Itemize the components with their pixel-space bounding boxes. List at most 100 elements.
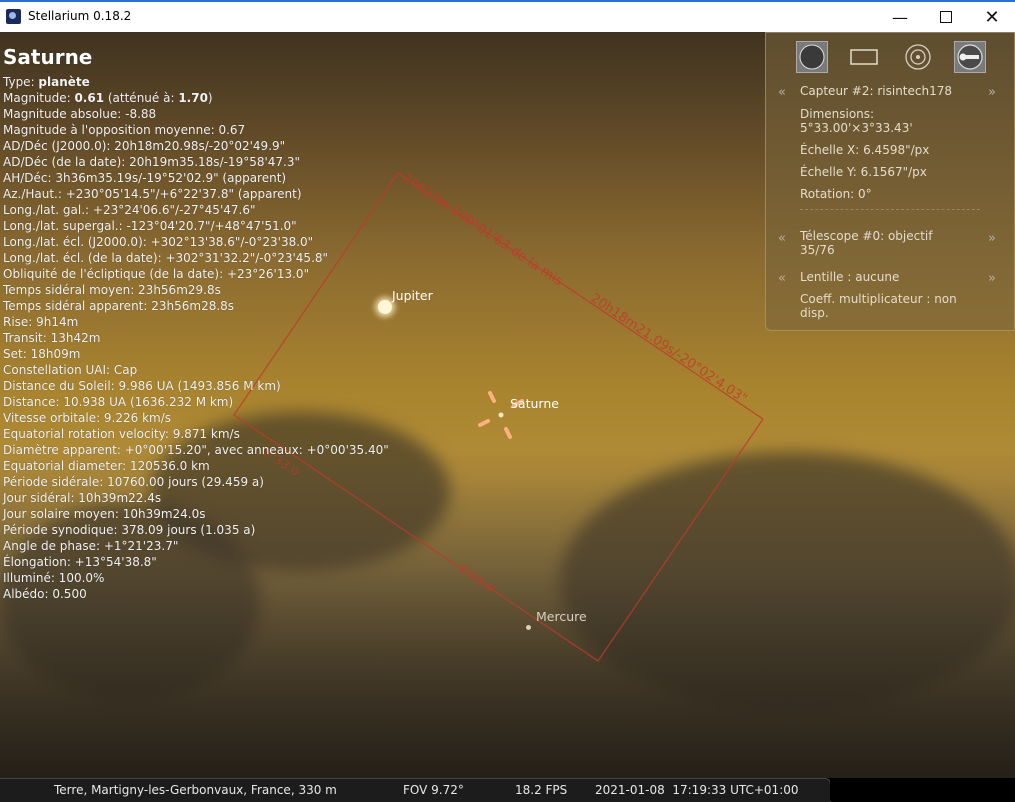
info-text: Temps sidéral apparent: 23h56m28.8s xyxy=(3,299,235,313)
telescope-name-line2: 35/76 xyxy=(800,243,835,257)
info-row: Élongation: +13°54'38.8" xyxy=(3,554,389,570)
object-info-rows: Type: planète Magnitude: 0.61 (atténué à:… xyxy=(3,74,389,602)
info-text: Magnitude: xyxy=(3,91,75,105)
oculars-panel: « Capteur #2: risintech178 » Dimensions:… xyxy=(765,32,1015,331)
info-text: Az./Haut.: +230°05'14.5"/+6°22'37.8" (ap… xyxy=(3,187,302,201)
info-text: ) xyxy=(207,91,213,105)
info-row: Set: 18h09m xyxy=(3,346,389,362)
info-row: Type: planète xyxy=(3,74,389,90)
info-value-bold: 0.61 xyxy=(74,91,105,105)
info-text: Diamètre apparent: +0°00'15.20", avec an… xyxy=(3,443,389,457)
info-text: Période sidérale: 10760.00 jours (29.459… xyxy=(3,475,264,489)
info-row: Long./lat. écl. (J2000.0): +302°13'38.6"… xyxy=(3,234,389,250)
info-row: Diamètre apparent: +0°00'15.20", avec an… xyxy=(3,442,389,458)
close-button[interactable]: ✕ xyxy=(969,2,1015,32)
telescope-name: Télescope #0: objectif xyxy=(800,229,933,243)
status-location[interactable]: Terre, Martigny-les-Gerbonvaux, France, … xyxy=(54,783,337,797)
sensor-rotation: Rotation: 0° xyxy=(800,187,872,201)
frame-label-right: 20h18m21.09s/-20°02'4.03" xyxy=(588,291,750,407)
status-datetime[interactable]: 2021-01-08 17:19:33 UTC+01:00 xyxy=(595,783,799,797)
sensor-frame-button[interactable] xyxy=(848,41,880,73)
info-text: Albédo: 0.500 xyxy=(3,587,87,601)
info-text: Set: 18h09m xyxy=(3,347,81,361)
status-fov: FOV 9.72° xyxy=(403,783,464,797)
info-value-bold: 1.70 xyxy=(178,91,208,105)
info-row: Distance: 10.938 UA (1636.232 M km) xyxy=(3,394,389,410)
settings-wrench-button[interactable] xyxy=(954,41,986,73)
mercure-marker[interactable] xyxy=(526,625,531,630)
sensor-prev-button[interactable]: « xyxy=(778,85,786,100)
telrad-button[interactable] xyxy=(902,41,934,73)
sensor-name: Capteur #2: risintech178 xyxy=(800,84,952,98)
lens-next-button[interactable]: » xyxy=(988,271,996,286)
info-row: Distance du Soleil: 9.986 UA (1493.856 M… xyxy=(3,378,389,394)
info-text: Illuminé: 100.0% xyxy=(3,571,105,585)
info-text: Élongation: +13°54'38.8" xyxy=(3,555,157,569)
maximize-button[interactable] xyxy=(923,2,969,32)
info-row: Equatorial rotation velocity: 9.871 km/s xyxy=(3,426,389,442)
info-row: Angle de phase: +1°21'23.7" xyxy=(3,538,389,554)
info-text: Equatorial diameter: 120536.0 km xyxy=(3,459,210,473)
info-text: Constellation UAI: Cap xyxy=(3,363,138,377)
info-row: Vitesse orbitale: 9.226 km/s xyxy=(3,410,389,426)
info-text: Magnitude à l'opposition moyenne: 0.67 xyxy=(3,123,246,137)
info-text: Long./lat. supergal.: -123°04'20.7"/+48°… xyxy=(3,219,297,233)
info-text: Equatorial rotation velocity: 9.871 km/s xyxy=(3,427,240,441)
info-text: Magnitude absolue: -8.88 xyxy=(3,107,157,121)
info-text: AH/Déc: 3h36m35.19s/-19°52'02.9" (appare… xyxy=(3,171,287,185)
sensor-next-button[interactable]: » xyxy=(988,85,996,100)
lens-prev-button[interactable]: « xyxy=(778,271,786,286)
telescope-prev-button[interactable]: « xyxy=(778,231,786,246)
maximize-icon xyxy=(940,11,952,23)
lens-coefficient-line2: disp. xyxy=(800,306,829,320)
info-text: Long./lat. écl. (J2000.0): +302°13'38.6"… xyxy=(3,235,314,249)
info-row: Jour solaire moyen: 10h39m24.0s xyxy=(3,506,389,522)
info-row: Magnitude à l'opposition moyenne: 0.67 xyxy=(3,122,389,138)
info-row: Jour sidéral: 10h39m22.4s xyxy=(3,490,389,506)
minimize-button[interactable]: — xyxy=(877,2,923,32)
rotation-slider[interactable] xyxy=(800,209,980,218)
info-text: (atténué à: xyxy=(104,91,179,105)
info-text: Vitesse orbitale: 9.226 km/s xyxy=(3,411,172,425)
info-text: Période synodique: 378.09 jours (1.035 a… xyxy=(3,523,256,537)
info-row: Magnitude absolue: -8.88 xyxy=(3,106,389,122)
object-name: Saturne xyxy=(3,45,93,69)
info-text: Angle de phase: +1°21'23.7" xyxy=(3,539,179,553)
info-row: Transit: 13h42m xyxy=(3,330,389,346)
sensor-scale-y: Échelle Y: 6.1567"/px xyxy=(800,165,927,179)
info-row: AH/Déc: 3h36m35.19s/-19°52'02.9" (appare… xyxy=(3,170,389,186)
window-title: Stellarium 0.18.2 xyxy=(28,9,132,23)
lens-coefficient: Coeff. multiplicateur : non xyxy=(800,292,957,306)
info-text: Temps sidéral moyen: 23h56m29.8s xyxy=(3,283,221,297)
info-row: Constellation UAI: Cap xyxy=(3,362,389,378)
ocular-view-button[interactable] xyxy=(796,41,828,73)
selection-crosshair-icon[interactable] xyxy=(470,385,530,445)
info-row: Période sidérale: 10760.00 jours (29.459… xyxy=(3,474,389,490)
telescope-next-button[interactable]: » xyxy=(988,231,996,246)
info-row: Equatorial diameter: 120536.0 km xyxy=(3,458,389,474)
frame-label-side: 3°33.4' xyxy=(454,561,498,597)
info-row: Az./Haut.: +230°05'14.5"/+6°22'37.8" (ap… xyxy=(3,186,389,202)
info-row: Obliquité de l'écliptique (de la date): … xyxy=(3,266,389,282)
info-row: Temps sidéral apparent: 23h56m28.8s xyxy=(3,298,389,314)
sensor-dimensions-value: 5°33.00'×3°33.43' xyxy=(800,121,913,135)
info-text: Transit: 13h42m xyxy=(3,331,101,345)
info-row: Long./lat. gal.: +23°24'06.6"/-27°45'47.… xyxy=(3,202,389,218)
status-bar-filler xyxy=(830,778,1015,801)
info-text: Long./lat. gal.: +23°24'06.6"/-27°45'47.… xyxy=(3,203,256,217)
info-row: Temps sidéral moyen: 23h56m29.8s xyxy=(3,282,389,298)
info-text: Type: xyxy=(3,75,39,89)
saturne-label: Saturne xyxy=(510,396,559,411)
info-text: Distance: 10.938 UA (1636.232 M km) xyxy=(3,395,234,409)
info-row: Long./lat. supergal.: -123°04'20.7"/+48°… xyxy=(3,218,389,234)
info-row: AD/Déc (de la date): 20h19m35.18s/-19°58… xyxy=(3,154,389,170)
info-row: Rise: 9h14m xyxy=(3,314,389,330)
info-row: Long./lat. écl. (de la date): +302°31'32… xyxy=(3,250,389,266)
sensor-scale-x: Échelle X: 6.4598"/px xyxy=(800,143,930,157)
jupiter-label: Jupiter xyxy=(392,288,433,303)
info-text: Distance du Soleil: 9.986 UA (1493.856 M… xyxy=(3,379,281,393)
info-value-bold: planète xyxy=(38,75,90,89)
info-text: AD/Déc (J2000.0): 20h18m20.98s/-20°02'49… xyxy=(3,139,286,153)
lens-name: Lentille : aucune xyxy=(800,270,900,284)
info-row: Albédo: 0.500 xyxy=(3,586,389,602)
